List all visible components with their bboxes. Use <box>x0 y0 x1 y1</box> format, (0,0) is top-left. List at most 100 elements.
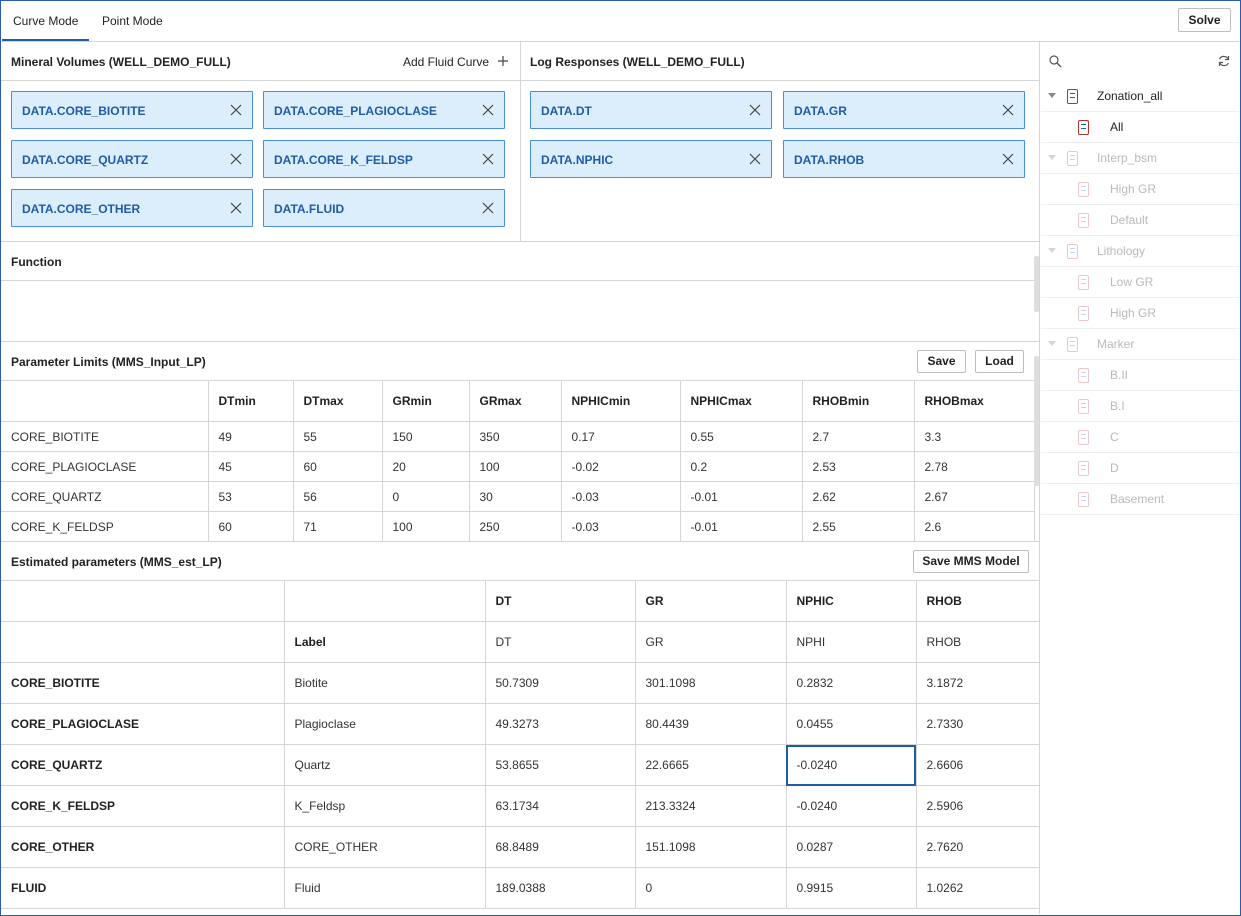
table-cell[interactable]: 50.7309 <box>484 662 636 704</box>
column-header[interactable]: RHOB <box>915 621 1040 663</box>
table-cell[interactable]: 2.55 <box>801 511 915 542</box>
tree-item-c[interactable]: C <box>1041 422 1239 453</box>
table-cell[interactable]: K_Feldsp <box>283 785 486 827</box>
column-header[interactable]: DT <box>484 621 636 663</box>
table-cell[interactable]: 301.1098 <box>634 662 787 704</box>
table-cell[interactable]: 2.7620 <box>915 826 1040 868</box>
plus-icon[interactable] <box>497 55 509 67</box>
close-icon[interactable] <box>749 104 761 116</box>
table-cell[interactable]: 150 <box>381 421 470 452</box>
table-cell[interactable]: 49.3273 <box>484 703 636 745</box>
table-cell[interactable]: -0.0240 <box>785 744 917 786</box>
close-icon[interactable] <box>230 202 242 214</box>
log-chip-data-gr[interactable]: DATA.GR <box>783 91 1025 129</box>
table-cell[interactable]: -0.01 <box>679 481 803 512</box>
close-icon[interactable] <box>482 104 494 116</box>
column-header[interactable] <box>1 621 285 663</box>
tree-item-default[interactable]: Default <box>1041 205 1239 236</box>
table-cell[interactable]: 63.1734 <box>484 785 636 827</box>
table-cell[interactable]: CORE_K_FELDSP <box>1 511 209 542</box>
table-cell[interactable]: 2.7 <box>801 421 915 452</box>
table-cell[interactable]: 80.4439 <box>634 703 787 745</box>
table-cell[interactable]: -0.02 <box>560 451 681 482</box>
caret-down-icon[interactable] <box>1048 248 1056 253</box>
table-cell[interactable]: CORE_QUARTZ <box>1 481 209 512</box>
tab-curve-mode[interactable]: Curve Mode <box>2 1 90 41</box>
table-cell[interactable]: 189.0388 <box>484 867 636 909</box>
table-cell[interactable]: 0 <box>634 867 787 909</box>
close-icon[interactable] <box>482 153 494 165</box>
table-cell[interactable]: CORE_PLAGIOCLASE <box>1 451 209 482</box>
tree-item-basement[interactable]: Basement <box>1041 484 1239 515</box>
limits-save-button[interactable]: Save <box>917 350 966 373</box>
table-cell[interactable]: 68.8489 <box>484 826 636 868</box>
table-cell[interactable]: 2.6606 <box>915 744 1040 786</box>
table-cell[interactable]: Fluid <box>283 867 486 909</box>
column-header[interactable]: RHOB <box>915 580 1040 622</box>
table-cell[interactable]: 60 <box>207 511 294 542</box>
table-cell[interactable]: 2.5906 <box>915 785 1040 827</box>
table-cell[interactable]: -0.03 <box>560 511 681 542</box>
log-chip-data-nphic[interactable]: DATA.NPHIC <box>530 140 772 178</box>
table-cell[interactable]: 2.62 <box>801 481 915 512</box>
caret-down-icon[interactable] <box>1048 155 1056 160</box>
table-cell[interactable]: 22.6665 <box>634 744 787 786</box>
column-header[interactable]: RHOBmax <box>913 380 1035 422</box>
table-cell[interactable]: 0.9915 <box>785 867 917 909</box>
table-cell[interactable]: 213.3324 <box>634 785 787 827</box>
column-header[interactable] <box>283 580 486 622</box>
solve-button[interactable]: Solve <box>1178 8 1231 32</box>
tree-item-lithology[interactable]: Lithology <box>1041 236 1239 267</box>
table-cell[interactable]: 3.3 <box>913 421 1035 452</box>
tree-item-high-gr[interactable]: High GR <box>1041 174 1239 205</box>
search-icon[interactable] <box>1049 55 1062 68</box>
table-cell[interactable]: CORE_BIOTITE <box>1 421 209 452</box>
column-header[interactable]: GRmin <box>381 380 470 422</box>
tree-item-high-gr[interactable]: High GR <box>1041 298 1239 329</box>
row-header[interactable]: CORE_BIOTITE <box>1 662 285 704</box>
limits-load-button[interactable]: Load <box>975 350 1024 373</box>
tree-item-marker[interactable]: Marker <box>1041 329 1239 360</box>
table-cell[interactable]: Quartz <box>283 744 486 786</box>
mineral-chip-data-core-biotite[interactable]: DATA.CORE_BIOTITE <box>11 91 253 129</box>
table-cell[interactable]: -0.01 <box>679 511 803 542</box>
log-chip-data-dt[interactable]: DATA.DT <box>530 91 772 129</box>
tree-item-b-i[interactable]: B.I <box>1041 391 1239 422</box>
tree-item-d[interactable]: D <box>1041 453 1239 484</box>
caret-down-icon[interactable] <box>1048 93 1056 98</box>
tree-item-b-ii[interactable]: B.II <box>1041 360 1239 391</box>
table-cell[interactable]: 0.55 <box>679 421 803 452</box>
table-cell[interactable]: 0.2832 <box>785 662 917 704</box>
row-header[interactable]: CORE_K_FELDSP <box>1 785 285 827</box>
mineral-chip-data-core-quartz[interactable]: DATA.CORE_QUARTZ <box>11 140 253 178</box>
column-header[interactable]: DTmax <box>292 380 383 422</box>
log-chip-data-rhob[interactable]: DATA.RHOB <box>783 140 1025 178</box>
table-cell[interactable]: 1.0262 <box>915 867 1040 909</box>
table-cell[interactable]: -0.03 <box>560 481 681 512</box>
table-cell[interactable]: 2.53 <box>801 451 915 482</box>
table-cell[interactable]: 2.7330 <box>915 703 1040 745</box>
table-cell[interactable]: CORE_OTHER <box>283 826 486 868</box>
row-header[interactable]: FLUID <box>1 867 285 909</box>
column-header[interactable]: GRmax <box>468 380 562 422</box>
mineral-chip-data-core-k-feldsp[interactable]: DATA.CORE_K_FELDSP <box>263 140 505 178</box>
add-fluid-curve-button[interactable]: Add Fluid Curve <box>403 55 489 69</box>
table-cell[interactable]: 350 <box>468 421 562 452</box>
mineral-chip-data-core-plagioclase[interactable]: DATA.CORE_PLAGIOCLASE <box>263 91 505 129</box>
table-cell[interactable]: 45 <box>207 451 294 482</box>
tree-item-low-gr[interactable]: Low GR <box>1041 267 1239 298</box>
column-header[interactable]: GR <box>634 621 787 663</box>
mineral-chip-data-fluid[interactable]: DATA.FLUID <box>263 189 505 227</box>
table-cell[interactable]: 0.17 <box>560 421 681 452</box>
column-header[interactable]: GR <box>634 580 787 622</box>
table-cell[interactable]: 250 <box>468 511 562 542</box>
column-header[interactable]: NPHIC <box>785 580 917 622</box>
table-cell[interactable]: 71 <box>292 511 383 542</box>
table-cell[interactable]: 3.1872 <box>915 662 1040 704</box>
caret-down-icon[interactable] <box>1048 341 1056 346</box>
column-header[interactable]: DT <box>484 580 636 622</box>
tab-point-mode[interactable]: Point Mode <box>91 1 174 41</box>
table-cell[interactable]: 2.6 <box>913 511 1035 542</box>
table-cell[interactable]: 0.0287 <box>785 826 917 868</box>
table-cell[interactable]: 100 <box>381 511 470 542</box>
